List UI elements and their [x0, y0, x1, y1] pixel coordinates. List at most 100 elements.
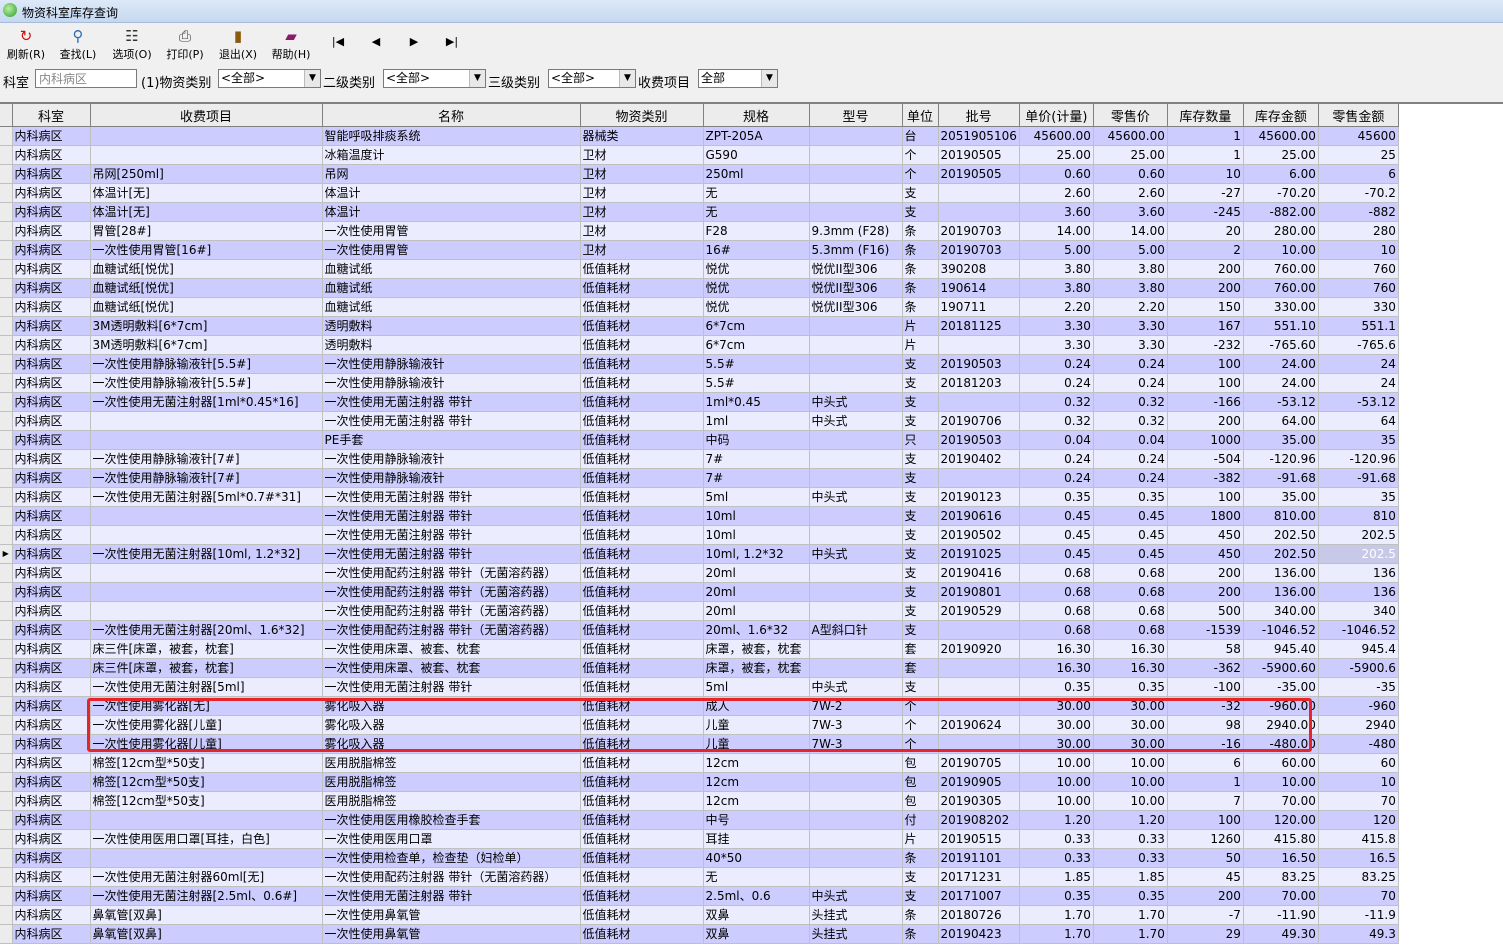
table-cell[interactable]: 7W-3 — [809, 715, 903, 735]
table-cell[interactable]: 0.45 — [1019, 525, 1094, 545]
table-cell[interactable] — [90, 810, 323, 830]
table-cell[interactable]: 810.00 — [1243, 506, 1319, 526]
table-cell[interactable]: 中头式 — [809, 544, 903, 564]
table-cell[interactable]: 10.00 — [1093, 791, 1168, 811]
table-cell[interactable]: 床三件[床罩，被套，枕套] — [90, 658, 323, 678]
table-cell[interactable]: 0.24 — [1019, 373, 1094, 393]
table-cell[interactable]: -35 — [1318, 677, 1399, 697]
chevron-down-icon[interactable]: ▼ — [761, 70, 777, 87]
table-cell[interactable]: 20191101 — [938, 848, 1020, 868]
table-cell[interactable]: 45 — [1167, 867, 1244, 887]
prev-record-button[interactable]: ◀ — [366, 33, 386, 51]
table-row[interactable]: 内科病区 床三件[床罩，被套，枕套] 一次性使用床罩、被套、枕套 低值耗材 床罩，被套，… — [0, 639, 1399, 659]
table-cell[interactable]: 床罩，被套，枕套 — [703, 639, 810, 659]
table-cell[interactable]: 内科病区 — [12, 430, 91, 450]
table-row[interactable]: 内科病区 体温计[无] 体温计 卫材无支 2.60 2.60 -27 -70.20 -70.2 — [0, 183, 1399, 203]
help-button[interactable]: ▰ 帮助(H) — [267, 25, 315, 63]
table-row[interactable]: 内科病区 床三件[床罩，被套，枕套] 一次性使用床罩、被套、枕套 低值耗材 床罩，被套，… — [0, 658, 1399, 678]
table-row[interactable]: 内科病区 一次性使用无菌注射器[2.5ml、0.6#] 一次性使用无菌注射器 带针低… — [0, 886, 1399, 906]
table-cell[interactable]: 30.00 — [1093, 715, 1168, 735]
table-cell[interactable]: -382 — [1167, 468, 1244, 488]
table-cell[interactable]: 35.00 — [1243, 487, 1319, 507]
table-cell[interactable]: 鼻氧管[双鼻] — [90, 905, 323, 925]
table-cell[interactable]: 无 — [703, 183, 810, 203]
table-cell[interactable] — [90, 145, 323, 165]
table-cell[interactable] — [809, 164, 903, 184]
table-cell[interactable]: 16.30 — [1019, 639, 1094, 659]
find-button[interactable]: ⚲ 查找(L) — [55, 25, 101, 63]
table-cell[interactable]: 3.30 — [1093, 316, 1168, 336]
table-cell[interactable]: 0.24 — [1019, 354, 1094, 374]
table-cell[interactable]: 低值耗材 — [580, 924, 704, 944]
table-cell[interactable]: 低值耗材 — [580, 848, 704, 868]
table-cell[interactable]: 个 — [902, 696, 939, 716]
table-cell[interactable]: 9.3mm (F28) — [809, 221, 903, 241]
column-header[interactable]: 单价(计量) — [1019, 104, 1094, 127]
table-cell[interactable]: 2940.00 — [1243, 715, 1319, 735]
table-cell[interactable]: -5900.6 — [1318, 658, 1399, 678]
table-cell[interactable]: 条 — [902, 240, 939, 260]
table-cell[interactable]: -765.60 — [1243, 335, 1319, 355]
table-cell[interactable]: 0.32 — [1093, 392, 1168, 412]
table-cell[interactable]: 一次性使用床罩、被套、枕套 — [322, 658, 581, 678]
row-indicator[interactable] — [0, 278, 13, 298]
table-cell[interactable]: 7 — [1167, 791, 1244, 811]
table-cell[interactable]: 低值耗材 — [580, 582, 704, 602]
table-cell[interactable]: 64 — [1318, 411, 1399, 431]
inventory-grid[interactable]: 科室 收费项目 名称 物资类别 规格 型号 单位 批号 单价(计量) 零售价 库存数量 库存金额 零售金… — [0, 102, 1503, 946]
table-cell[interactable]: 内科病区 — [12, 487, 91, 507]
table-cell[interactable] — [938, 468, 1020, 488]
table-cell[interactable]: 200 — [1167, 886, 1244, 906]
table-row[interactable]: 内科病区 鼻氧管[双鼻] 一次性使用鼻氧管 低值耗材 双鼻 头挂式条 20190423 1.7… — [0, 924, 1399, 944]
table-cell[interactable]: 10.00 — [1019, 772, 1094, 792]
table-cell[interactable]: 20190503 — [938, 430, 1020, 450]
table-row[interactable]: 内科病区 血糖试纸[悦优] 血糖试纸 低值耗材 悦优 悦优II型306 条 390208 3.8… — [0, 259, 1399, 279]
table-cell[interactable]: -91.68 — [1243, 468, 1319, 488]
table-cell[interactable]: 20ml — [703, 582, 810, 602]
table-cell[interactable]: 低值耗材 — [580, 506, 704, 526]
table-cell[interactable]: 12cm — [703, 772, 810, 792]
table-cell[interactable]: 卫材 — [580, 221, 704, 241]
table-cell[interactable]: 200 — [1167, 563, 1244, 583]
table-cell[interactable]: 2.60 — [1093, 183, 1168, 203]
table-cell[interactable]: 内科病区 — [12, 373, 91, 393]
row-indicator[interactable] — [0, 316, 13, 336]
table-cell[interactable]: 450 — [1167, 525, 1244, 545]
column-header[interactable]: 收费项目 — [90, 104, 323, 127]
table-cell[interactable]: 体温计 — [322, 202, 581, 222]
table-cell[interactable]: 一次性使用无菌注射器[1ml*0.45*16] — [90, 392, 323, 412]
table-cell[interactable]: 支 — [902, 544, 939, 564]
column-header[interactable]: 科室 — [12, 104, 91, 127]
table-cell[interactable]: 雾化吸入器 — [322, 715, 581, 735]
table-cell[interactable]: 中码 — [703, 430, 810, 450]
table-cell[interactable]: 透明敷料 — [322, 316, 581, 336]
table-cell[interactable]: 3.30 — [1019, 316, 1094, 336]
table-cell[interactable]: 内科病区 — [12, 696, 91, 716]
table-cell[interactable]: 一次性使用无菌注射器[5ml] — [90, 677, 323, 697]
table-row[interactable]: 内科病区 棉签[12cm型*50支] 医用脱脂棉签 低值耗材 12cm 包 20190705… — [0, 753, 1399, 773]
table-row[interactable]: 内科病区 一次性使用配药注射器 带针（无菌溶药器） 低值耗材 20ml 支 2019041… — [0, 563, 1399, 583]
table-cell[interactable]: 内科病区 — [12, 563, 91, 583]
column-header[interactable]: 规格 — [703, 104, 810, 127]
table-cell[interactable]: 套 — [902, 658, 939, 678]
table-cell[interactable]: 3.30 — [1093, 335, 1168, 355]
table-cell[interactable]: 10 — [1318, 240, 1399, 260]
table-cell[interactable]: 条 — [902, 297, 939, 317]
column-header[interactable]: 零售价 — [1093, 104, 1168, 127]
table-cell[interactable]: 1000 — [1167, 430, 1244, 450]
table-cell[interactable]: 49.3 — [1318, 924, 1399, 944]
table-cell[interactable]: 一次性使用医用口罩[耳挂，白色] — [90, 829, 323, 849]
chevron-down-icon[interactable]: ▼ — [469, 70, 485, 87]
table-cell[interactable]: 24 — [1318, 373, 1399, 393]
table-cell[interactable] — [90, 582, 323, 602]
table-cell[interactable]: 0.24 — [1093, 373, 1168, 393]
table-cell[interactable]: 悦优II型306 — [809, 278, 903, 298]
first-record-button[interactable]: |◀ — [328, 33, 348, 51]
table-cell[interactable]: 智能呼吸排痰系统 — [322, 126, 581, 146]
table-cell[interactable]: 一次性使用无菌注射器 带针 — [322, 411, 581, 431]
table-cell[interactable]: 吊网 — [322, 164, 581, 184]
table-cell[interactable] — [809, 316, 903, 336]
table-cell[interactable]: 0.68 — [1019, 620, 1094, 640]
table-cell[interactable]: 500 — [1167, 601, 1244, 621]
table-cell[interactable]: 医用脱脂棉签 — [322, 753, 581, 773]
